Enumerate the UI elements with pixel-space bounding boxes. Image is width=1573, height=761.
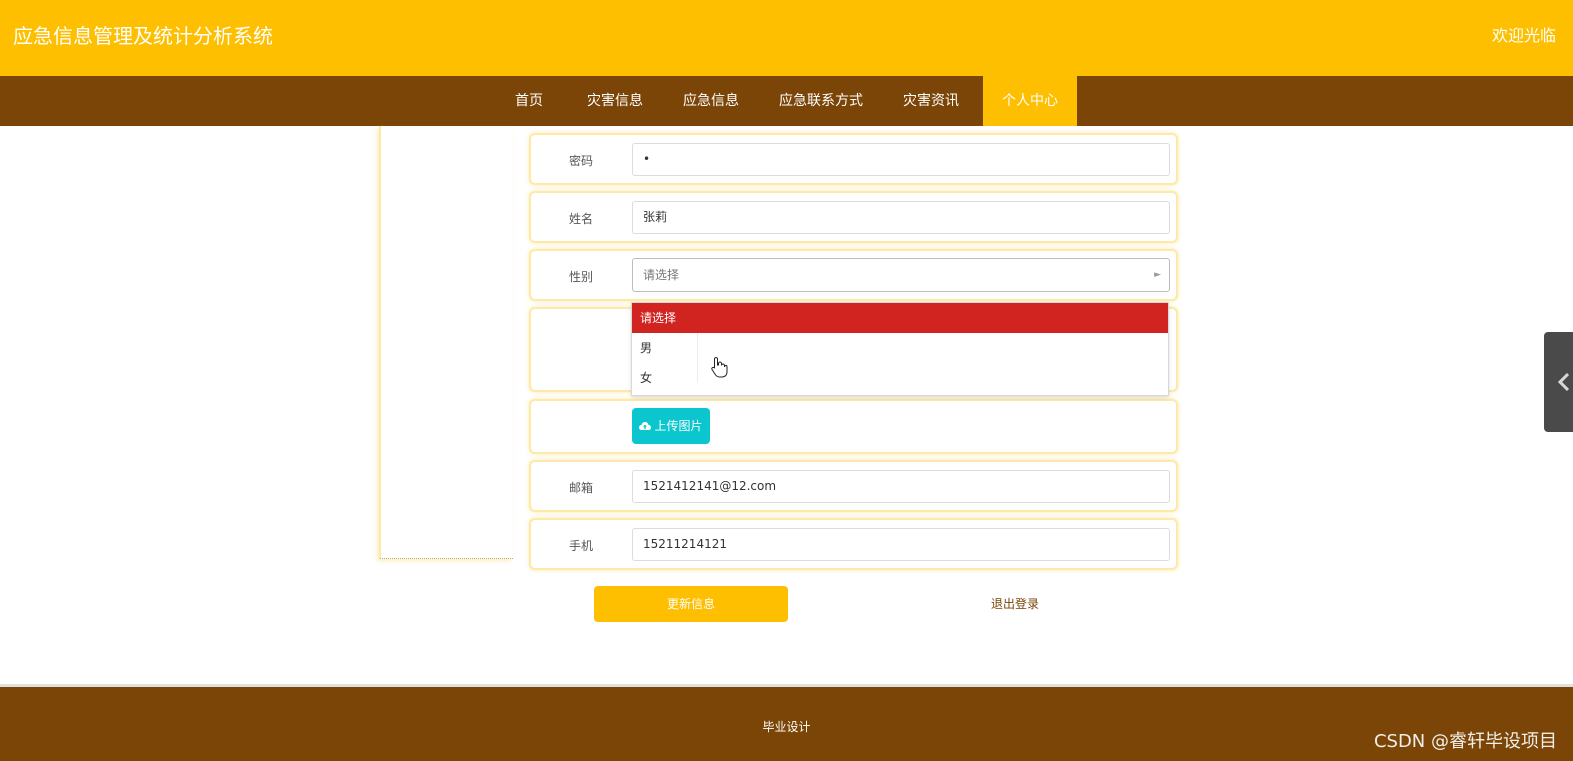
- dropdown-arrow-icon: ►: [1154, 270, 1161, 280]
- chevron-left-icon: [1558, 372, 1570, 392]
- upload-image-button[interactable]: 上传图片: [632, 408, 710, 444]
- logout-link[interactable]: 退出登录: [975, 586, 1055, 622]
- side-collapse-tab[interactable]: [1544, 332, 1573, 432]
- site-title: 应急信息管理及统计分析系统: [13, 24, 273, 48]
- csdn-watermark: CSDN @睿轩毕设项目: [1373, 731, 1557, 752]
- nav-item-emergency-info[interactable]: 应急信息: [676, 76, 746, 126]
- gender-option-placeholder[interactable]: 请选择: [632, 303, 1168, 333]
- nav-item-disaster-news[interactable]: 灾害资讯: [896, 76, 966, 126]
- gender-row: 性别 请选择 ►: [529, 249, 1178, 301]
- password-label: 密码: [568, 154, 593, 168]
- site-header: 应急信息管理及统计分析系统 欢迎光临: [0, 0, 1573, 76]
- upload-row: 上传图片: [529, 399, 1178, 454]
- dropdown-divider: [697, 333, 698, 383]
- phone-row: 手机 15211214121: [529, 518, 1178, 570]
- name-row: 姓名 张莉: [529, 191, 1178, 243]
- email-field[interactable]: 1521412141@12.com: [632, 470, 1170, 503]
- email-label: 邮箱: [568, 481, 593, 495]
- nav-item-emergency-contact[interactable]: 应急联系方式: [772, 76, 870, 126]
- email-row: 邮箱 1521412141@12.com: [529, 460, 1178, 512]
- name-field[interactable]: 张莉: [632, 201, 1170, 234]
- gender-select[interactable]: 请选择 ►: [632, 258, 1170, 292]
- password-field[interactable]: •: [632, 143, 1170, 176]
- site-footer: 毕业设计 CSDN @睿轩毕设项目: [0, 687, 1573, 761]
- password-row: 密码 •: [529, 133, 1178, 185]
- phone-field[interactable]: 15211214121: [632, 528, 1170, 561]
- main-nav: 首页 灾害信息 应急信息 应急联系方式 灾害资讯 个人中心: [0, 76, 1573, 126]
- cloud-upload-icon: [639, 422, 652, 430]
- update-info-button[interactable]: 更新信息: [594, 586, 788, 622]
- upload-image-label: 上传图片: [654, 419, 703, 433]
- gender-label: 性别: [568, 270, 593, 284]
- gender-dropdown: 请选择 男 女: [631, 302, 1169, 396]
- phone-label: 手机: [568, 539, 593, 553]
- footer-text: 毕业设计: [762, 720, 811, 734]
- nav-item-personal-center[interactable]: 个人中心: [983, 76, 1077, 126]
- hand-cursor-icon: [711, 356, 728, 378]
- avatar-panel: [379, 126, 513, 559]
- nav-item-disaster-info[interactable]: 灾害信息: [580, 76, 650, 126]
- welcome-text: 欢迎光临: [1491, 26, 1556, 45]
- nav-item-home[interactable]: 首页: [504, 76, 554, 126]
- name-label: 姓名: [568, 212, 593, 226]
- gender-select-value: 请选择: [643, 268, 680, 282]
